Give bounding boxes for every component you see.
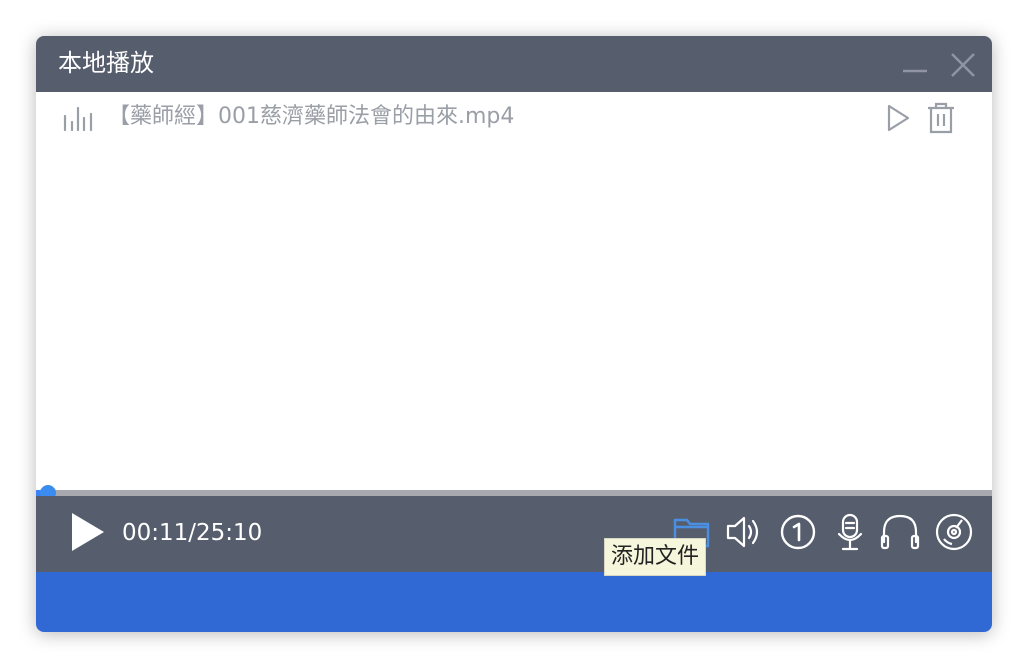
microphone-icon[interactable] (830, 512, 870, 552)
play-icon[interactable] (884, 102, 912, 134)
disc-icon[interactable] (934, 512, 974, 552)
equalizer-icon (63, 106, 93, 132)
window-title: 本地播放 (58, 49, 154, 77)
close-icon[interactable] (948, 50, 978, 80)
volume-icon[interactable] (724, 512, 764, 552)
minimize-icon[interactable] (900, 50, 930, 80)
time-display: 00:11/25:10 (122, 520, 263, 546)
bottom-bar (36, 572, 992, 632)
control-bar: 00:11/25:10 (36, 496, 992, 572)
play-icon[interactable] (68, 510, 108, 554)
player-window: 本地播放 【藥師經】001慈濟藥師法會的由來.mp4 00:11/25:10 (36, 36, 992, 632)
one-circle-icon[interactable] (778, 512, 818, 552)
headphones-icon[interactable] (880, 512, 920, 552)
playlist-item[interactable]: 【藥師經】001慈濟藥師法會的由來.mp4 (36, 92, 992, 144)
title-bar: 本地播放 (36, 36, 992, 92)
playlist: 【藥師經】001慈濟藥師法會的由來.mp4 (36, 92, 992, 490)
playlist-item-filename: 【藥師經】001慈濟藥師法會的由來.mp4 (108, 104, 515, 129)
trash-icon[interactable] (926, 102, 956, 134)
add-file-tooltip: 添加文件 (604, 538, 707, 576)
